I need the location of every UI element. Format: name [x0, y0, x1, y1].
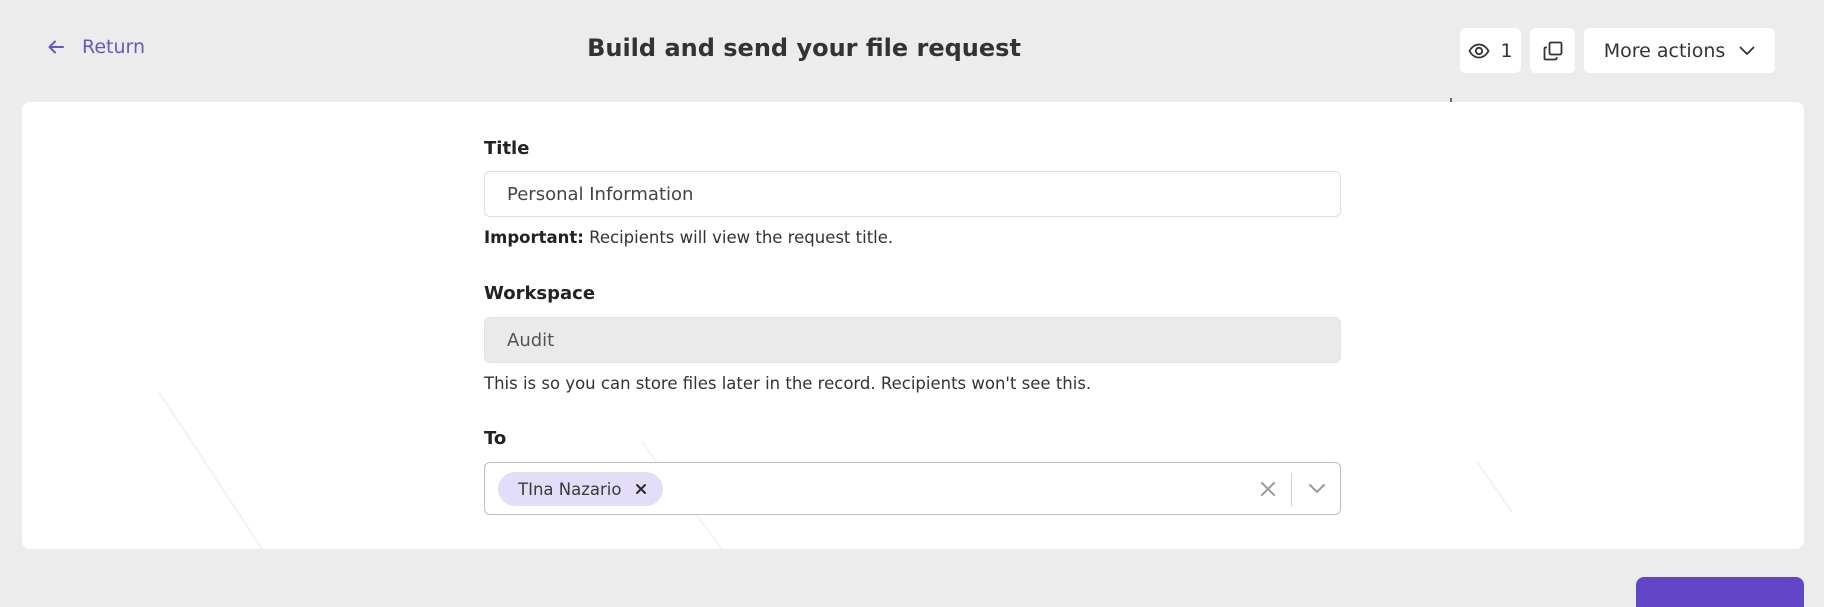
select-separator: [1291, 473, 1292, 506]
title-label: Title: [484, 138, 530, 159]
viewers-count: 1: [1500, 39, 1513, 62]
title-input[interactable]: Personal Information: [484, 171, 1341, 217]
more-actions-label: More actions: [1603, 39, 1726, 62]
close-icon: [636, 484, 647, 494]
title-help-strong: Important:: [484, 228, 584, 247]
more-actions-button[interactable]: More actions: [1584, 28, 1775, 73]
recipient-chip: TIna Nazario: [498, 472, 664, 506]
title-input-value: Personal Information: [507, 183, 694, 205]
copy-button[interactable]: [1530, 28, 1575, 73]
clear-selection-icon[interactable]: [1260, 481, 1276, 497]
title-help-text: Recipients will view the request title.: [583, 228, 894, 247]
dropdown-chevron-icon[interactable]: [1308, 483, 1326, 495]
chevron-down-icon: [1739, 46, 1755, 55]
copy-icon: [1543, 41, 1562, 60]
primary-action-button[interactable]: [1636, 577, 1804, 607]
workspace-value: Audit: [507, 329, 555, 351]
workspace-help: This is so you can store files later in …: [484, 374, 1092, 393]
remove-recipient-button[interactable]: [635, 483, 647, 495]
top-bar: Return Build and send your file request …: [0, 0, 1824, 100]
workspace-field: Audit: [484, 317, 1341, 363]
request-form-card: Title Personal Information Important: Re…: [22, 102, 1804, 549]
recipients-select[interactable]: TIna Nazario: [484, 462, 1341, 515]
workspace-label: Workspace: [484, 283, 596, 304]
eye-icon: [1468, 43, 1490, 58]
recipient-chip-label: TIna Nazario: [518, 479, 622, 499]
to-label: To: [484, 428, 507, 449]
viewers-button[interactable]: 1: [1460, 28, 1521, 73]
title-help: Important: Recipients will view the requ…: [484, 228, 893, 247]
page-title: Build and send your file request: [587, 34, 1021, 62]
